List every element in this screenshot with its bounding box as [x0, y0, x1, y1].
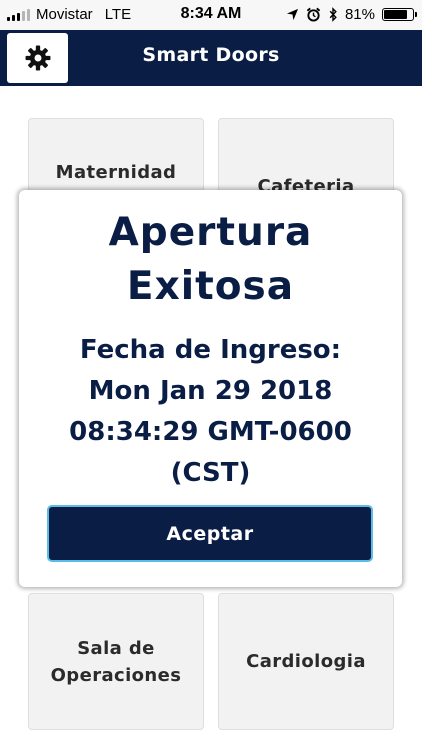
alarm-icon [306, 7, 321, 22]
success-dialog: Apertura Exitosa Fecha de Ingreso: Mon J… [19, 190, 402, 587]
bluetooth-icon [329, 7, 337, 22]
accept-button[interactable]: Aceptar [47, 505, 373, 562]
battery-percent: 81% [344, 6, 375, 23]
entry-date-label: Fecha de Ingreso: [79, 335, 342, 365]
entry-date-value: Mon Jan 29 2018 [88, 376, 333, 406]
page-title: Smart Doors [142, 44, 280, 66]
dialog-title: Apertura Exitosa [19, 206, 402, 314]
tile-label: Cardiologia [246, 651, 366, 672]
tile-sala-de-operaciones[interactable]: Sala de Operaciones [28, 593, 204, 730]
nav-bar: Smart Doors [0, 30, 422, 86]
status-bar: Movistar LTE 8:34 AM 81% [0, 0, 422, 30]
entry-timezone-value: (CST) [170, 458, 251, 488]
location-arrow-icon [286, 8, 299, 21]
battery-icon [382, 8, 417, 21]
dialog-title-line: Exitosa [126, 264, 295, 309]
entry-time-value: 08:34:29 GMT-0600 [69, 417, 352, 447]
tile-cardiologia[interactable]: Cardiologia [218, 593, 394, 730]
app-screen: Movistar LTE 8:34 AM 81% Smart Doors Mat… [0, 0, 422, 750]
dialog-title-line: Apertura [108, 210, 313, 255]
dialog-message: Fecha de Ingreso: Mon Jan 29 2018 08:34:… [19, 330, 402, 494]
status-right: 81% [286, 6, 417, 23]
tile-label: Sala de Operaciones [50, 637, 182, 686]
